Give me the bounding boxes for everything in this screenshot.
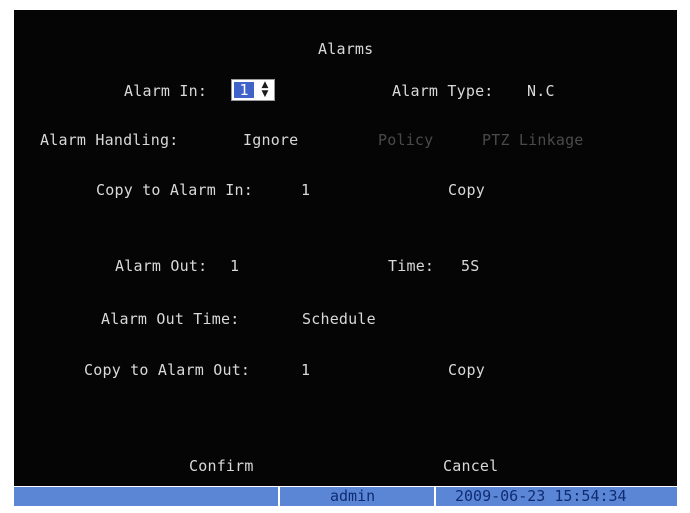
alarm-handling-label: Alarm Handling: <box>40 131 179 149</box>
time-value[interactable]: 5S <box>461 257 479 275</box>
copy-alarm-in-value[interactable]: 1 <box>301 181 310 199</box>
policy-button[interactable]: Policy <box>378 131 433 149</box>
ptz-linkage-button[interactable]: PTZ Linkage <box>482 131 584 149</box>
copy-alarm-out-value[interactable]: 1 <box>301 361 310 379</box>
alarm-out-value[interactable]: 1 <box>230 257 239 275</box>
status-divider <box>278 487 280 506</box>
copy-alarm-in-label: Copy to Alarm In: <box>96 181 253 199</box>
copy-alarm-in-button[interactable]: Copy <box>448 181 485 199</box>
alarm-out-time-value[interactable]: Schedule <box>302 310 376 328</box>
alarm-in-label: Alarm In: <box>124 82 208 100</box>
cancel-button[interactable]: Cancel <box>443 457 498 475</box>
confirm-button[interactable]: Confirm <box>189 457 254 475</box>
status-user: admin <box>330 487 376 505</box>
alarms-panel <box>14 10 677 486</box>
status-divider <box>434 487 436 506</box>
time-label: Time: <box>388 257 435 275</box>
alarm-type-value[interactable]: N.C <box>527 82 555 100</box>
up-down-arrows-icon[interactable]: ▲ ▼ <box>257 81 273 99</box>
copy-alarm-out-label: Copy to Alarm Out: <box>84 361 251 379</box>
status-datetime: 2009-06-23 15:54:34 <box>455 487 627 505</box>
dvr-alarm-screen: Alarms Alarm In: 1 ▲ ▼ Alarm Type: N.C Al… <box>0 0 690 513</box>
status-bar: admin 2009-06-23 15:54:34 <box>14 487 677 506</box>
alarm-in-value: 1 <box>234 82 254 98</box>
alarm-out-time-label: Alarm Out Time: <box>101 310 240 328</box>
alarm-out-label: Alarm Out: <box>115 257 208 275</box>
page-title: Alarms <box>318 40 374 58</box>
alarm-in-spinner[interactable]: 1 ▲ ▼ <box>231 79 275 101</box>
alarm-type-label: Alarm Type: <box>392 82 494 100</box>
copy-alarm-out-button[interactable]: Copy <box>448 361 485 379</box>
alarm-handling-value[interactable]: Ignore <box>243 131 298 149</box>
